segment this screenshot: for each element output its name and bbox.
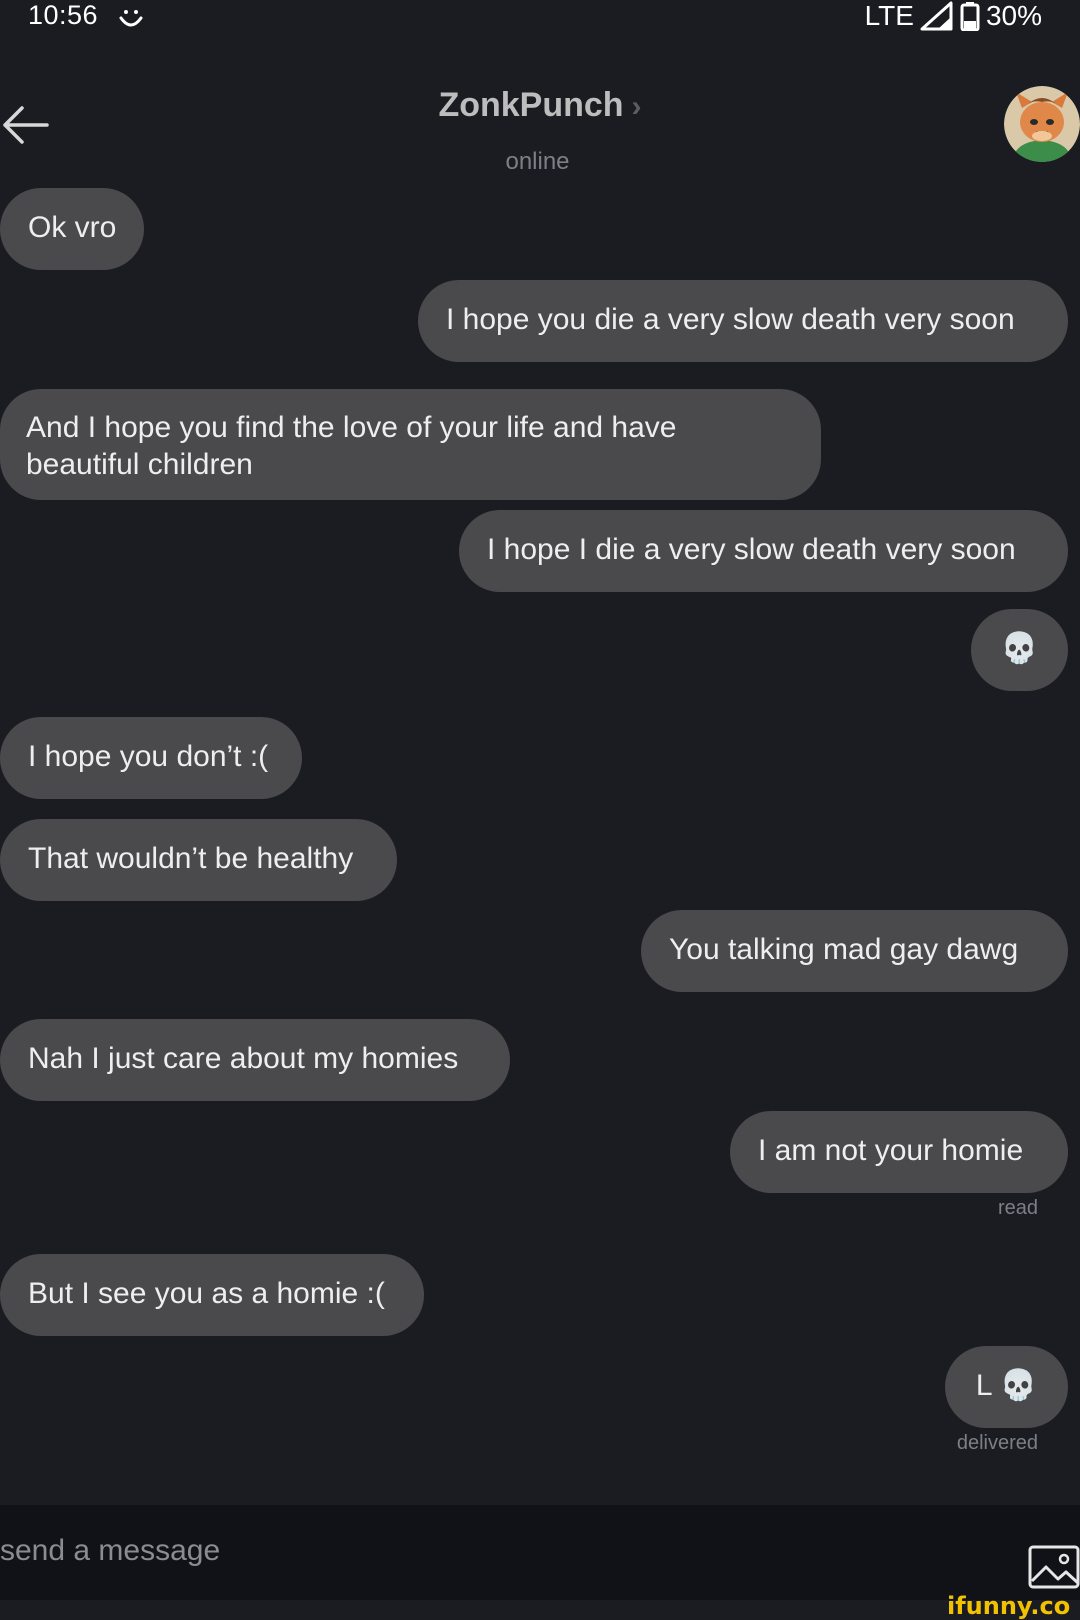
message-text: Nah I just care about my homies <box>28 1042 459 1075</box>
message-text: That wouldn’t be healthy <box>28 842 354 875</box>
battery-label: 30% <box>985 0 1042 31</box>
status-right-group: LTE 30% <box>865 0 1042 32</box>
message-text: I hope you don’t :( <box>28 740 269 773</box>
image-attach-icon[interactable] <box>1028 1545 1080 1589</box>
message-input[interactable] <box>0 1525 960 1577</box>
message-received[interactable]: I hope you don’t :( <box>0 717 302 799</box>
message-text: And I hope you find the love of your lif… <box>26 411 677 481</box>
message-sent[interactable]: I hope you die a very slow death very so… <box>418 280 1068 362</box>
signal-icon <box>920 1 953 31</box>
message-sent[interactable]: You talking mad gay dawg <box>641 910 1068 992</box>
skull-emoji: 💀 <box>1000 632 1039 665</box>
status-time: 10:56 <box>28 0 99 30</box>
status-bar: 10:56 LTE 30% <box>0 0 1080 40</box>
message-sent-emoji[interactable]: 💀 <box>971 609 1068 691</box>
message-sent-emoji[interactable]: L 💀 <box>945 1346 1068 1428</box>
message-text: I hope I die a very slow death very soon <box>487 533 1016 566</box>
battery-icon <box>960 2 980 31</box>
smiley-icon <box>119 10 143 27</box>
chevron-right-icon: › <box>631 90 642 123</box>
message-composer <box>0 1505 1080 1600</box>
message-sent[interactable]: I am not your homie <box>730 1111 1068 1193</box>
delivered-receipt: delivered <box>956 1432 1038 1454</box>
network-label: LTE <box>864 0 914 31</box>
message-received[interactable]: That wouldn’t be healthy <box>0 819 397 901</box>
message-received[interactable]: But I see you as a homie :( <box>0 1254 424 1336</box>
message-received[interactable]: Nah I just care about my homies <box>0 1019 510 1101</box>
message-sent[interactable]: I hope I die a very slow death very soon <box>459 510 1068 592</box>
message-text: But I see you as a homie :( <box>28 1277 385 1310</box>
message-text: You talking mad gay dawg <box>669 933 1019 966</box>
message-received[interactable]: And I hope you find the love of your lif… <box>0 389 821 500</box>
avatar[interactable] <box>1004 86 1080 162</box>
message-received[interactable]: Ok vro <box>0 188 144 270</box>
read-receipt: read <box>997 1197 1038 1219</box>
contact-name-button[interactable]: ZonkPunch › <box>0 86 1080 125</box>
contact-name: ZonkPunch <box>438 86 624 124</box>
contact-status: online <box>505 148 570 175</box>
message-text: I hope you die a very slow death very so… <box>446 303 1015 336</box>
message-text: Ok vro <box>28 211 117 244</box>
message-text: I am not your homie <box>758 1134 1024 1167</box>
ifunny-watermark: ifunny.co <box>947 1592 1071 1620</box>
message-text: L 💀 <box>975 1369 1038 1402</box>
